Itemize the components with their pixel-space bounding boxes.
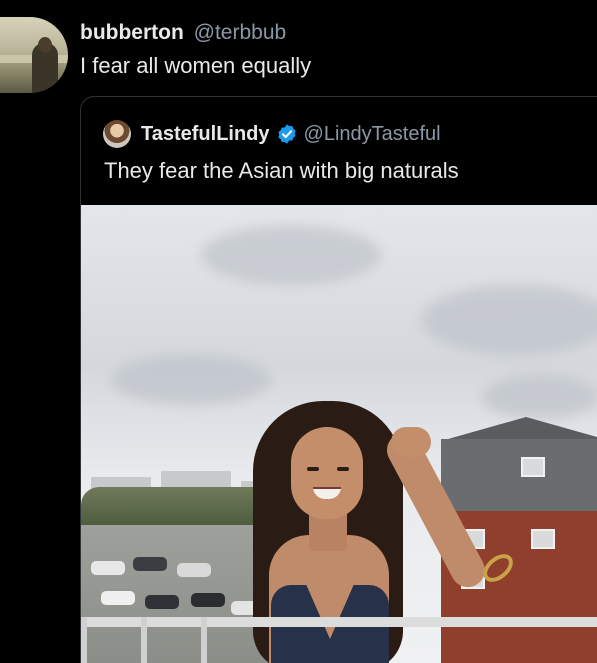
window [521, 457, 545, 477]
car [145, 595, 179, 609]
quoted-author-handle[interactable]: @LindyTasteful [304, 123, 441, 146]
balcony-railing [81, 617, 597, 627]
user-avatar[interactable] [0, 17, 68, 93]
car [191, 593, 225, 607]
quoted-author-avatar[interactable] [103, 120, 131, 148]
window [531, 529, 555, 549]
tweet-header: bubberton @terbbub [80, 20, 286, 46]
subject-eye [307, 467, 319, 471]
author-display-name[interactable]: bubberton [80, 21, 184, 44]
tweet-text: I fear all women equally [80, 53, 312, 78]
quoted-tweet-header: TastefulLindy @LindyTasteful [103, 119, 441, 149]
quoted-author-display-name[interactable]: TastefulLindy [141, 123, 270, 146]
car [101, 591, 135, 605]
quoted-tweet-card[interactable]: TastefulLindy @LindyTasteful They fear t… [80, 96, 597, 663]
author-handle[interactable]: @terbbub [194, 21, 287, 44]
railing-post [141, 617, 147, 663]
quoted-tweet-photo[interactable] [81, 205, 597, 663]
railing-post [201, 617, 207, 663]
avatar-head [38, 37, 52, 53]
subject-face [291, 427, 363, 519]
cloud [201, 225, 381, 285]
cloud [421, 285, 597, 355]
cloud [481, 375, 597, 419]
apartment-upper-floor [441, 439, 597, 511]
car [133, 557, 167, 571]
subject-hand [391, 427, 431, 457]
verified-badge-icon [277, 124, 296, 144]
tweet-view: bubberton @terbbub I fear all women equa… [0, 0, 597, 663]
car [177, 563, 211, 577]
quoted-tweet-text: They fear the Asian with big naturals [104, 158, 459, 183]
subject-eye [337, 467, 349, 471]
car [91, 561, 125, 575]
cloud [111, 355, 271, 405]
apartment-roof [441, 417, 597, 441]
railing-post [81, 617, 87, 663]
